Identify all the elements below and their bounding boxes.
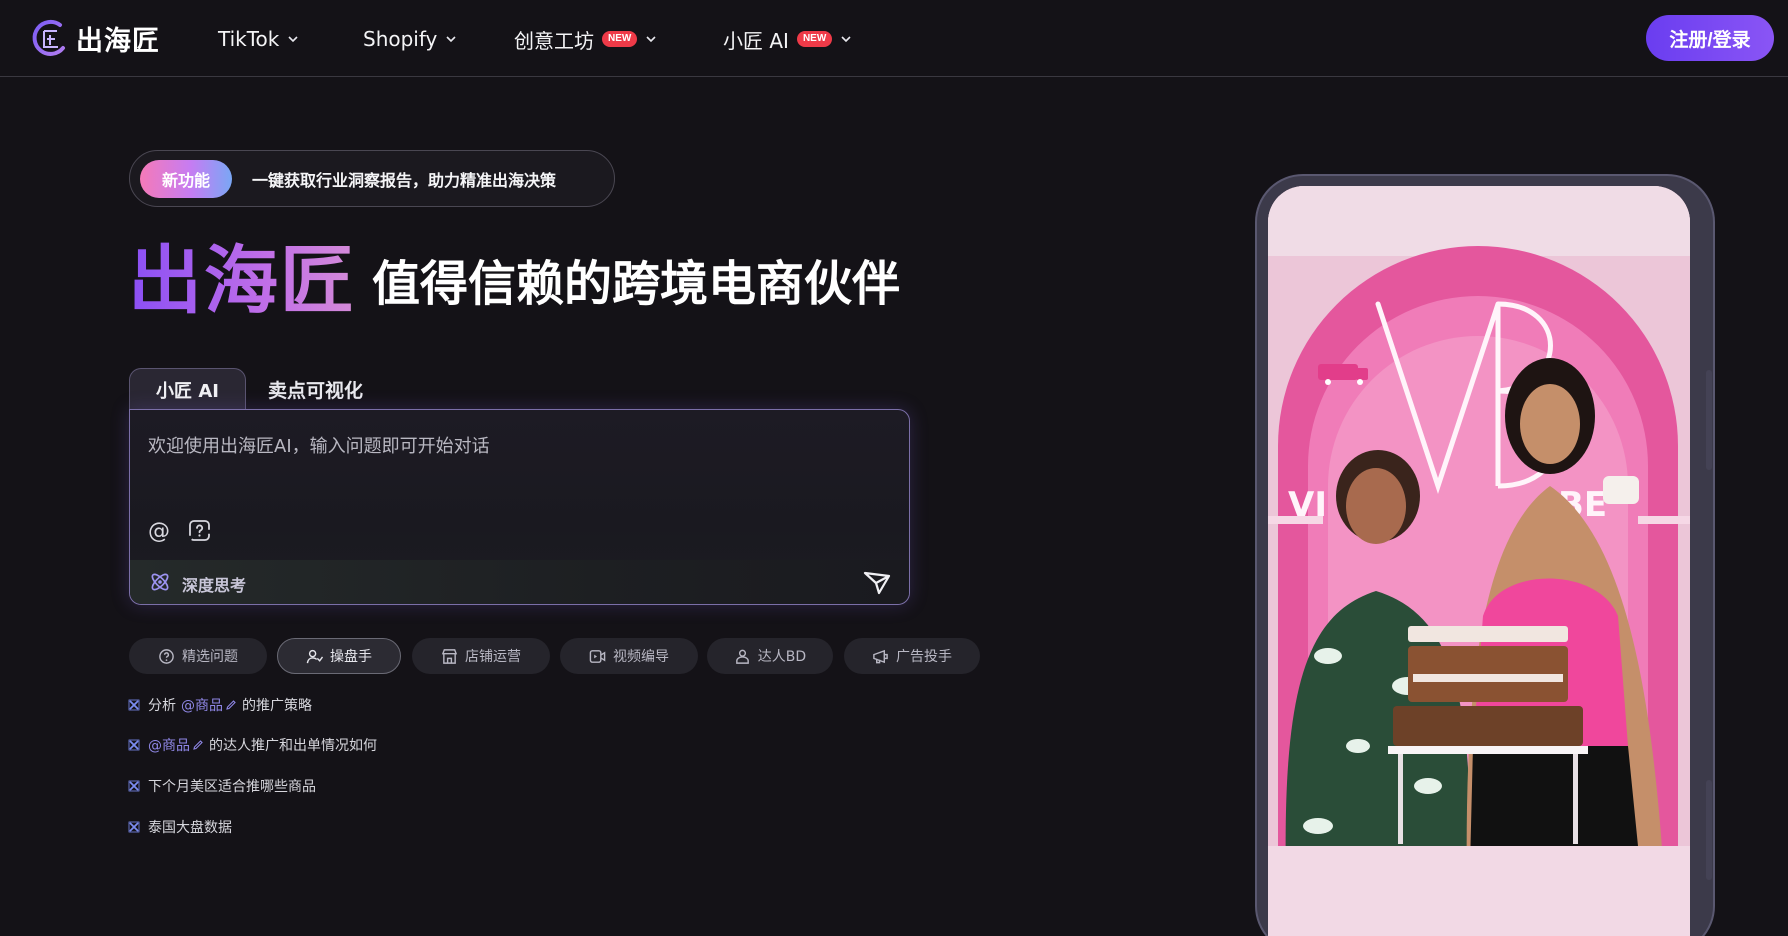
chip-video-director[interactable]: 视频编导 — [560, 638, 698, 674]
phone-side-button — [1706, 780, 1712, 880]
question-icon — [159, 648, 174, 664]
suggestion-item[interactable]: 分析 @商品 的推广策略 — [128, 695, 312, 715]
chip-label: 精选问题 — [182, 649, 238, 665]
new-badge: NEW — [796, 31, 833, 47]
suggestion-text: 的达人推广和出单情况如何 — [209, 738, 377, 754]
chip-label: 视频编导 — [613, 649, 669, 665]
bullet-icon — [128, 821, 140, 833]
chip-label: 达人BD — [757, 649, 807, 665]
chip-featured-questions[interactable]: 精选问题 — [129, 638, 267, 674]
hero-title: 出海匠 值得信赖的跨境电商伙伴 — [128, 236, 900, 326]
chip-label: 店铺运营 — [465, 649, 521, 665]
deep-think-toggle[interactable]: 深度思考 — [182, 572, 246, 596]
video-icon — [589, 649, 606, 663]
chevron-down-icon — [446, 36, 456, 43]
chip-ad-buyer[interactable]: 广告投手 — [844, 638, 980, 674]
question-bubble-icon[interactable] — [188, 518, 212, 544]
chip-label: 广告投手 — [896, 649, 952, 665]
logo-mark-icon — [32, 19, 65, 56]
chip-store-operations[interactable]: 店铺运营 — [412, 638, 550, 674]
bullet-icon — [128, 699, 140, 711]
nav-creative-label: 创意工坊 — [514, 28, 594, 53]
suggestion-text: 的推广策略 — [242, 698, 312, 714]
chip-operator[interactable]: 操盘手 — [277, 638, 401, 674]
chip-influencer-bd[interactable]: 达人BD — [707, 638, 833, 674]
store-icon — [441, 648, 458, 664]
people-icon — [735, 649, 749, 664]
chip-label: 操盘手 — [330, 649, 372, 665]
user-icon — [306, 649, 323, 663]
new-badge: NEW — [602, 31, 638, 47]
nav-xiaojiang-ai[interactable]: 小匠 AI NEW — [723, 24, 852, 54]
phone-side-button — [1706, 370, 1712, 470]
chevron-down-icon — [646, 36, 656, 43]
suggestion-text: 分析 — [148, 698, 176, 714]
new-feature-tag: 新功能 — [140, 159, 232, 198]
chat-toolbar: 深度思考 — [130, 560, 909, 604]
nav-tiktok-label: TikTok — [218, 27, 280, 51]
send-icon[interactable] — [861, 566, 893, 598]
suggestion-text: 泰国大盘数据 — [148, 820, 232, 836]
login-register-button[interactable]: 注册/登录 — [1646, 15, 1774, 61]
tab-xiaojiang-ai[interactable]: 小匠 AI — [129, 368, 246, 410]
suggestion-item[interactable]: @商品 的达人推广和出单情况如何 — [128, 735, 377, 755]
bullet-icon — [128, 780, 140, 792]
pencil-icon[interactable] — [225, 699, 237, 711]
nav-ai-label: 小匠 AI — [723, 28, 789, 53]
suggestion-item[interactable]: 下个月美区适合推哪些商品 — [128, 776, 316, 796]
suggestion-item[interactable]: 泰国大盘数据 — [128, 817, 232, 837]
product-mention[interactable]: @商品 — [148, 735, 190, 755]
livestream-illustration: VI BE — [1268, 186, 1690, 936]
nav-shopify[interactable]: Shopify — [363, 24, 457, 54]
chevron-down-icon — [288, 36, 298, 43]
mention-icon[interactable]: @ — [148, 520, 172, 544]
product-mention[interactable]: @商品 — [181, 695, 223, 715]
nav-shopify-label: Shopify — [363, 27, 438, 51]
nav-tiktok[interactable]: TikTok — [218, 24, 299, 54]
promo-text: 一键获取行业洞察报告，助力精准出海决策 — [252, 170, 557, 190]
atom-icon[interactable] — [148, 570, 172, 594]
suggestion-text: 下个月美区适合推哪些商品 — [148, 779, 316, 795]
promo-video-frame[interactable]: VI BE — [1268, 186, 1690, 936]
hero-subtitle: 值得信赖的跨境电商伙伴 — [372, 256, 901, 312]
ad-icon — [873, 649, 888, 663]
chat-input-box[interactable]: 欢迎使用出海匠AI，输入问题即可开始对话 @ 深度思考 — [129, 409, 910, 605]
tab-selling-point-visualization[interactable]: 卖点可视化 — [268, 376, 363, 403]
pencil-icon[interactable] — [192, 739, 204, 751]
logo-text: 出海匠 — [76, 25, 160, 57]
bullet-icon — [128, 739, 140, 751]
chat-input[interactable]: 欢迎使用出海匠AI，输入问题即可开始对话 — [148, 432, 490, 458]
feature-promo[interactable]: 新功能 一键获取行业洞察报告，助力精准出海决策 — [129, 150, 615, 207]
chevron-down-icon — [841, 36, 851, 43]
top-nav: 出海匠 TikTok Shopify 创意工坊 NEW 小匠 AI NEW 注册… — [0, 0, 1788, 77]
nav-creative-workshop[interactable]: 创意工坊 NEW — [514, 24, 657, 54]
logo[interactable]: 出海匠 — [30, 16, 160, 60]
hero-brand: 出海匠 — [128, 238, 356, 324]
